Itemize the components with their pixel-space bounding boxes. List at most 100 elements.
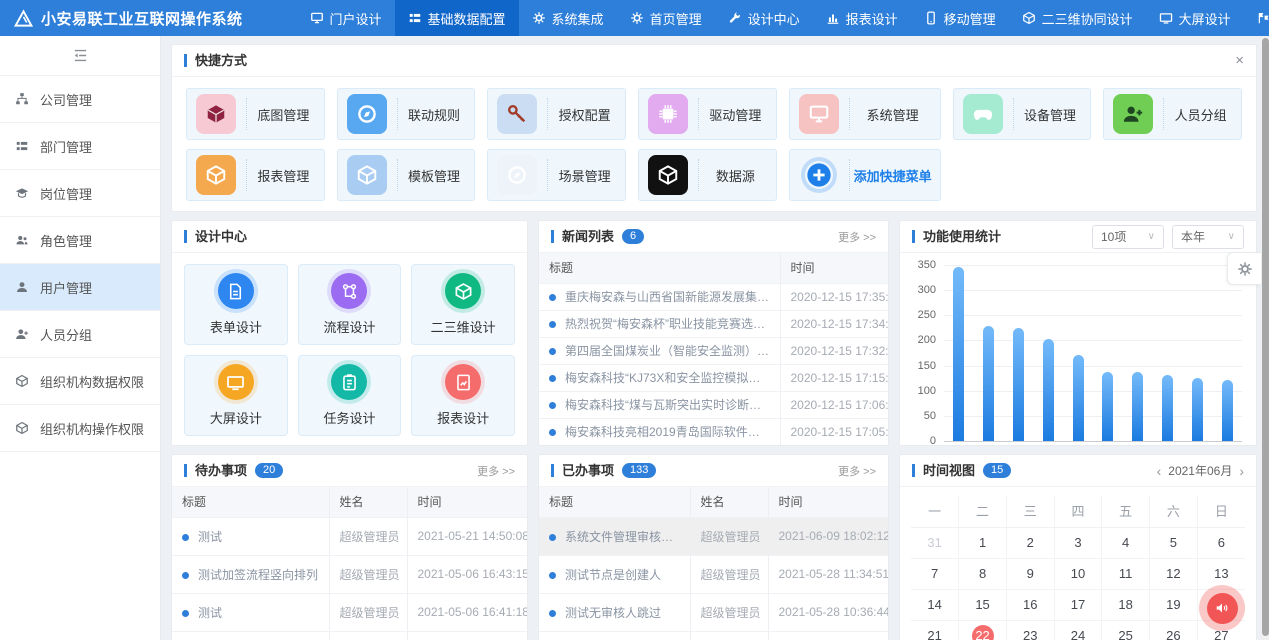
shortcuts-panel: 快捷方式 × 底图管理 联动规则 授权配置 驱动管理 系统管理 [171, 44, 1257, 212]
calendar-day-31[interactable]: 31 [911, 527, 959, 558]
nav-item-2[interactable]: 系统集成 [519, 0, 617, 36]
page-scrollbar [1261, 36, 1269, 640]
shortcut-card-5[interactable]: 设备管理 [953, 88, 1092, 140]
settings-tab-button[interactable] [1227, 252, 1261, 285]
today-marker: 22 [972, 625, 994, 640]
design-tile-2[interactable]: 二三维设计 [411, 264, 515, 345]
calendar-day-5[interactable]: 5 [1150, 527, 1198, 558]
shortcut-card-7[interactable]: 报表管理 [186, 149, 325, 201]
calendar-day-19[interactable]: 19 [1150, 589, 1198, 620]
calendar-day-25[interactable]: 25 [1102, 620, 1150, 640]
calendar-weekday-0: 一 [911, 495, 959, 527]
nav-item-6[interactable]: 移动管理 [911, 0, 1009, 36]
calendar-day-21[interactable]: 21 [911, 620, 959, 640]
nav-item-1[interactable]: 基础数据配置 [395, 0, 519, 36]
calendar-day-11[interactable]: 11 [1102, 558, 1150, 589]
calendar-day-2[interactable]: 2 [1006, 527, 1054, 558]
task-icon [331, 364, 367, 400]
calendar-day-4[interactable]: 4 [1102, 527, 1150, 558]
shortcut-label: 模板管理 [402, 166, 467, 185]
calendar-day-15[interactable]: 15 [959, 589, 1007, 620]
calendar-day-23[interactable]: 23 [1006, 620, 1054, 640]
calendar-day-1[interactable]: 1 [959, 527, 1007, 558]
news-row-4[interactable]: 梅安森科技“煤与瓦斯突出实时诊断系统”迎来发展机遇 2020-12-15 17:… [539, 391, 888, 418]
usage-stats-header: 功能使用统计 10项 ∨ 本年 ∨ [900, 221, 1256, 253]
shortcut-card-0[interactable]: 底图管理 [186, 88, 325, 140]
calendar-day-7[interactable]: 7 [911, 558, 959, 589]
todo-row-2[interactable]: 测试 超级管理员 2021-05-06 16:41:18 [172, 593, 527, 631]
calendar-day-14[interactable]: 14 [911, 589, 959, 620]
calendar-day-24[interactable]: 24 [1054, 620, 1102, 640]
sidebar-item-6[interactable]: 组织机构数据权限 [0, 358, 160, 405]
done-row-0[interactable]: 系统文件管理审核用的 超级管理员 2021-06-09 18:02:12 [539, 517, 888, 555]
shortcut-card-10[interactable]: 数据源 [638, 149, 777, 201]
design-tile-3[interactable]: 大屏设计 [184, 355, 288, 436]
calendar-day-16[interactable]: 16 [1006, 589, 1054, 620]
done-row-3[interactable]: 自由协同【子流程】 test2 2021-05-21 14:46:39 [539, 631, 888, 640]
shortcut-card-6[interactable]: 人员分组 [1103, 88, 1242, 140]
calendar-day-18[interactable]: 18 [1102, 589, 1150, 620]
shortcut-card-4[interactable]: 系统管理 [789, 88, 941, 140]
sidebar-item-7[interactable]: 组织机构操作权限 [0, 405, 160, 452]
calendar-week-0: 31123456 [911, 527, 1245, 558]
shortcut-card-3[interactable]: 驱动管理 [638, 88, 777, 140]
calendar-day-26[interactable]: 26 [1150, 620, 1198, 640]
news-row-1[interactable]: 热烈祝贺“梅安森杯”职业技能竞赛选手赛前培训成功举办 2020-12-15 17… [539, 310, 888, 337]
todo-table: 标题姓名时间 测试 超级管理员 2021-05-21 14:50:08 测试加签… [172, 487, 527, 640]
shortcut-card-2[interactable]: 授权配置 [487, 88, 626, 140]
done-more-link[interactable]: 更多 >> [838, 463, 876, 479]
shortcut-label: 添加快捷菜单 [854, 166, 932, 185]
nav-item-3[interactable]: 首页管理 [617, 0, 715, 36]
nav-item-0[interactable]: 门户设计 [297, 0, 395, 36]
shortcut-card-9[interactable]: 场景管理 [487, 149, 626, 201]
sidebar-collapse-button[interactable] [0, 36, 160, 76]
sidebar-item-3[interactable]: 角色管理 [0, 217, 160, 264]
done-row-2[interactable]: 测试无审核人跳过 超级管理员 2021-05-28 10:36:44 [539, 593, 888, 631]
user-plus-icon [1113, 94, 1153, 134]
todo-row-0[interactable]: 测试 超级管理员 2021-05-21 14:50:08 [172, 517, 527, 555]
design-tile-1[interactable]: 流程设计 [298, 264, 402, 345]
sidebar-item-5[interactable]: 人员分组 [0, 311, 160, 358]
sidebar-item-2[interactable]: 岗位管理 [0, 170, 160, 217]
shortcut-card-11[interactable]: 添加快捷菜单 [789, 149, 941, 201]
shortcut-card-8[interactable]: 模板管理 [337, 149, 476, 201]
shortcut-card-1[interactable]: 联动规则 [337, 88, 476, 140]
news-row-3[interactable]: 梅安森科技“KJ73X和安全监控模拟故障仿真软件技术平台” 2020-12-15… [539, 364, 888, 391]
calendar-day-8[interactable]: 8 [959, 558, 1007, 589]
sidebar-item-4[interactable]: 用户管理 [0, 264, 160, 311]
todo-more-link[interactable]: 更多 >> [477, 463, 515, 479]
usage-select-1[interactable]: 本年 ∨ [1172, 225, 1244, 249]
design-tile-5[interactable]: 报表设计 [411, 355, 515, 436]
news-row-5[interactable]: 梅安森科技亮相2019青岛国际软件融合创新博览会 2020-12-15 17:0… [539, 418, 888, 445]
todo-row-1[interactable]: 测试加签流程竖向排列 超级管理员 2021-05-06 16:43:15 [172, 555, 527, 593]
close-icon[interactable]: × [1235, 53, 1244, 68]
design-tile-0[interactable]: 表单设计 [184, 264, 288, 345]
calendar-day-17[interactable]: 17 [1054, 589, 1102, 620]
calendar-day-22[interactable]: 22 [959, 620, 1007, 640]
scrollbar-thumb[interactable] [1262, 38, 1269, 636]
todo-row-3[interactable]: 测试 超级管理员 2021-05-06 16:40:34 [172, 631, 527, 640]
calendar-day-10[interactable]: 10 [1054, 558, 1102, 589]
calendar-day-9[interactable]: 9 [1006, 558, 1054, 589]
nav-item-8[interactable]: 大屏设计 [1146, 0, 1244, 36]
calendar-day-6[interactable]: 6 [1197, 527, 1245, 558]
calendar-day-3[interactable]: 3 [1054, 527, 1102, 558]
news-row-0[interactable]: 重庆梅安森与山西省国新能源发展集团智能化建设合作 2020-12-15 17:3… [539, 283, 888, 310]
calendar-prev-button[interactable]: ‹ [1157, 463, 1162, 479]
nav-item-4[interactable]: 设计中心 [715, 0, 813, 36]
chevron-down-icon: ∨ [1148, 231, 1155, 242]
sidebar-item-1[interactable]: 部门管理 [0, 123, 160, 170]
wrench-icon [728, 11, 742, 25]
design-tile-4[interactable]: 任务设计 [298, 355, 402, 436]
nav-item-5[interactable]: 报表设计 [813, 0, 911, 36]
news-row-2[interactable]: 第四届全国煤炭业（智能安全监测）职业技能赛 2020-12-15 17:32:5… [539, 337, 888, 364]
nav-item-9[interactable]: 联动控制设计 [1244, 0, 1269, 36]
sidebar-item-0[interactable]: 公司管理 [0, 76, 160, 123]
announcement-fab[interactable] [1199, 585, 1245, 631]
nav-item-7[interactable]: 二三维协同设计 [1009, 0, 1146, 36]
done-row-1[interactable]: 测试节点是创建人 超级管理员 2021-05-28 11:34:51 [539, 555, 888, 593]
usage-select-0[interactable]: 10项 ∨ [1092, 225, 1164, 249]
calendar-next-button[interactable]: › [1239, 463, 1244, 479]
calendar-day-12[interactable]: 12 [1150, 558, 1198, 589]
news-more-link[interactable]: 更多 >> [838, 229, 876, 245]
